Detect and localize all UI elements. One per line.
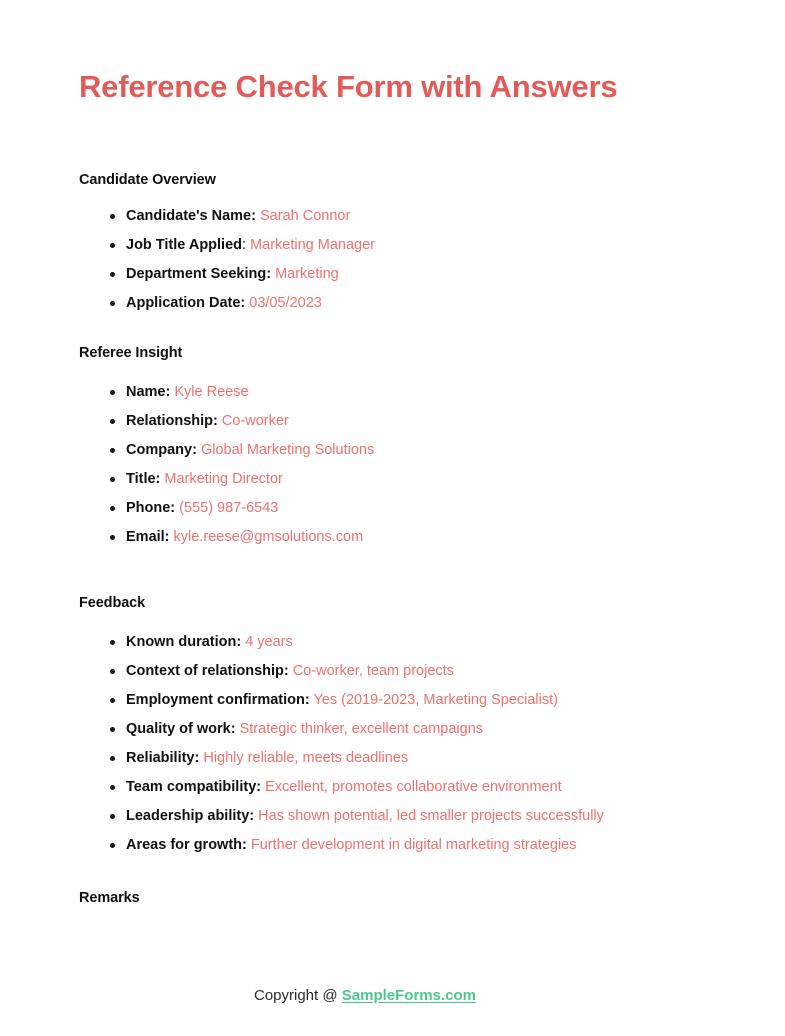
field-value: 03/05/2023 [249,295,322,311]
field-label: Name: [126,384,171,400]
field-value: Marketing Manager [250,237,375,253]
field-label: Quality of work: [126,721,236,737]
list-item: Reliability: Highly reliable, meets dead… [79,749,719,768]
section-heading-candidate-overview: Candidate Overview [79,172,216,188]
field-label: Employment confirmation: [126,692,310,708]
section-heading-referee-insight: Referee Insight [79,345,183,361]
field-label: Application Date: [126,295,246,311]
list-item: Context of relationship: Co-worker, team… [79,662,719,681]
section-heading-remarks: Remarks [79,890,140,906]
document-body: Candidate Overview Candidate's Name: Sar… [79,170,719,908]
field-label: Areas for growth: [126,837,247,853]
list-item: Email: kyle.reese@gmsolutions.com [79,528,719,547]
list-item: Job Title Applied: Marketing Manager [79,236,719,255]
field-value: Co-worker [221,413,289,429]
field-value: Excellent, promotes collaborative enviro… [265,779,562,795]
list-item: Relationship: Co-worker [79,412,719,431]
field-label: Team compatibility: [126,779,262,795]
field-value: Sarah Connor [260,208,351,224]
field-value: Has shown potential, led smaller project… [258,808,604,824]
field-value: Highly reliable, meets deadlines [203,750,409,766]
list-item: Team compatibility: Excellent, promotes … [79,778,719,797]
field-value: Co-worker, team projects [292,663,454,679]
field-value: Further development in digital marketing… [250,837,577,853]
field-value: Yes (2019-2023, Marketing Specialist) [313,692,558,708]
list-referee-insight: Name: Kyle Reese Relationship: Co-worker… [79,383,719,547]
list-feedback: Known duration: 4 years Context of relat… [79,633,719,855]
field-value: Marketing Director [164,471,283,487]
field-value: 4 years [245,634,293,650]
list-item: Title: Marketing Director [79,470,719,489]
list-item: Quality of work: Strategic thinker, exce… [79,720,719,739]
field-label: Candidate's Name: [126,208,256,224]
field-label: Phone: [126,500,176,516]
field-label: Relationship: [126,413,218,429]
list-item: Areas for growth: Further development in… [79,836,719,855]
sampleforms-link[interactable]: SampleForms.com [342,987,476,1004]
field-value: Strategic thinker, excellent campaigns [239,721,484,737]
list-item: Leadership ability: Has shown potential,… [79,807,719,826]
field-label: Email: [126,529,170,545]
list-item: Name: Kyle Reese [79,383,719,402]
page-title: Reference Check Form with Answers [79,69,618,104]
list-item: Department Seeking: Marketing [79,265,719,284]
list-item: Phone: (555) 987-6543 [79,499,719,518]
section-heading-feedback: Feedback [79,595,146,611]
field-label: Reliability: [126,750,200,766]
field-label: Department Seeking: [126,266,272,282]
list-candidate-overview: Candidate's Name: Sarah Connor Job Title… [79,207,719,313]
field-label: Leadership ability: [126,808,255,824]
field-value-phone: (555) 987-6543 [179,500,279,516]
field-value: Kyle Reese [174,384,249,400]
field-label: Known duration: [126,634,242,650]
list-item: Employment confirmation: Yes (2019-2023,… [79,691,719,710]
field-label: Context of relationship: [126,663,289,679]
list-item: Company: Global Marketing Solutions [79,441,719,460]
list-item: Application Date: 03/05/2023 [79,294,719,313]
field-separator: : [242,237,247,253]
footer: Copyright @ SampleForms.com [0,985,785,1007]
document-page: Reference Check Form with Answers Candid… [0,0,785,1036]
field-value-email: kyle.reese@gmsolutions.com [173,529,364,545]
copyright-text: Copyright @ [254,987,338,1004]
field-value: Marketing [275,266,339,282]
field-label: Job Title Applied [126,237,243,253]
field-value: Global Marketing Solutions [200,442,375,458]
list-item: Known duration: 4 years [79,633,719,652]
field-label: Title: [126,471,161,487]
field-label: Company: [126,442,197,458]
list-item: Candidate's Name: Sarah Connor [79,207,719,226]
